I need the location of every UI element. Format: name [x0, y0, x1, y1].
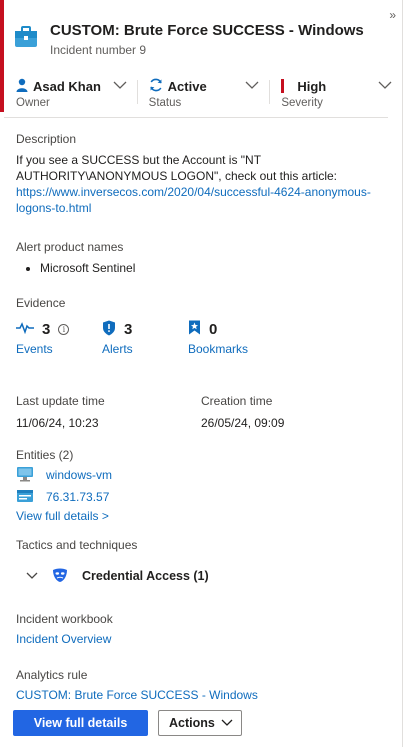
divider [4, 117, 388, 118]
tactics-section: Tactics and techniques Credential Access… [16, 538, 396, 586]
refresh-icon [149, 78, 163, 95]
evidence-label: Evidence [16, 296, 66, 310]
entity-link-ip[interactable]: 76.31.73.57 [46, 490, 109, 504]
ip-address-icon [16, 489, 34, 506]
alerts-link[interactable]: Alerts [102, 342, 133, 356]
owner-label: Owner [16, 97, 50, 109]
status-label: Status [148, 97, 182, 109]
chevron-down-icon [221, 719, 233, 726]
entity-row: 76.31.73.57 [16, 488, 396, 506]
collapse-panel-icon[interactable]: » [389, 8, 396, 22]
incident-details-panel: CUSTOM: Brute Force SUCCESS - Windows In… [0, 0, 403, 747]
bookmarks-count: 0 [209, 320, 218, 338]
incident-number: Incident number 9 [50, 43, 147, 57]
analytics-rule-section: Analytics rule CUSTOM: Brute Force SUCCE… [16, 668, 258, 702]
alerts-count: 3 [124, 320, 133, 338]
evidence-row: 3 i Events 3 Alerts 0 Bookmarks [16, 318, 396, 368]
bookmarks-link[interactable]: Bookmarks [188, 342, 248, 356]
bookmark-icon [188, 320, 201, 338]
incident-title: CUSTOM: Brute Force SUCCESS - Windows [50, 22, 364, 39]
severity-value: High [297, 78, 327, 94]
description-article-link[interactable]: https://www.inversecos.com/2020/04/succe… [16, 184, 396, 216]
alert-product-list: Microsoft Sentinel [16, 260, 135, 276]
monitor-icon [16, 466, 34, 485]
panel-header: CUSTOM: Brute Force SUCCESS - Windows In… [14, 18, 392, 62]
events-count: 3 [42, 320, 51, 338]
status-value: Active [167, 78, 207, 94]
description-section: Description If you see a SUCCESS but the… [16, 132, 396, 216]
list-item: Microsoft Sentinel [40, 260, 135, 276]
last-update-time: Last update time 11/06/24, 10:23 [16, 394, 105, 430]
chevron-down-icon [378, 81, 392, 89]
entities-label: Entities (2) [16, 448, 74, 462]
owner-value: Asad Khan [33, 78, 101, 94]
severity-dropdown[interactable]: High Severity [269, 74, 402, 112]
briefcase-icon [14, 26, 38, 48]
incident-overview-link[interactable]: Incident Overview [16, 632, 113, 646]
actions-label: Actions [169, 716, 215, 730]
article-link-line1: https://www.inversecos.com/2020/04/succe… [16, 185, 371, 199]
incident-properties: Asad Khan Owner Active Status High Sever… [4, 74, 402, 112]
description-text: If you see a SUCCESS but the Account is … [16, 153, 337, 183]
alert-product-names-label: Alert product names [16, 240, 124, 254]
person-icon [16, 78, 28, 95]
chevron-down-icon[interactable] [26, 569, 38, 583]
panel-footer: View full details Actions [4, 702, 402, 747]
chevron-down-icon [113, 81, 127, 89]
evidence-events: 3 i Events [16, 318, 70, 356]
tactic-name: Credential Access (1) [82, 569, 209, 583]
creation-time: Creation time 26/05/24, 09:09 [201, 394, 284, 430]
evidence-alerts: 3 Alerts [102, 318, 133, 356]
times-section: Last update time 11/06/24, 10:23 Creatio… [16, 394, 396, 430]
evidence-bookmarks: 0 Bookmarks [188, 318, 248, 356]
analytics-rule-label: Analytics rule [16, 668, 88, 682]
view-full-entity-details-link[interactable]: View full details > [16, 509, 396, 523]
severity-label: Severity [281, 97, 323, 109]
workbook-label: Incident workbook [16, 612, 113, 626]
view-full-details-button[interactable]: View full details [13, 710, 148, 736]
evidence-section: Evidence 3 i Events 3 Alerts 0 Bookmarks [16, 296, 396, 368]
last-update-value: 11/06/24, 10:23 [16, 416, 99, 430]
tactic-item[interactable]: Credential Access (1) [16, 566, 396, 586]
status-dropdown[interactable]: Active Status [136, 74, 270, 112]
creation-value: 26/05/24, 09:09 [201, 416, 285, 430]
analytics-rule-link[interactable]: CUSTOM: Brute Force SUCCESS - Windows [16, 688, 258, 702]
activity-icon [16, 321, 34, 337]
alert-product-names-section: Alert product names Microsoft Sentinel [16, 240, 135, 276]
workbook-section: Incident workbook Incident Overview [16, 612, 113, 646]
creation-label: Creation time [201, 394, 273, 408]
info-icon[interactable]: i [58, 323, 70, 335]
owner-dropdown[interactable]: Asad Khan Owner [4, 74, 137, 112]
tactics-label: Tactics and techniques [16, 538, 138, 552]
entity-row: windows-vm [16, 466, 396, 484]
last-update-label: Last update time [16, 394, 105, 408]
entities-section: Entities (2) windows-vm 76.31.73.57 View… [16, 448, 396, 523]
severity-indicator [281, 79, 285, 93]
events-link[interactable]: Events [16, 342, 69, 356]
article-link-line2: logons-to.html [16, 201, 92, 215]
mask-icon [52, 567, 68, 586]
entity-link-windows-vm[interactable]: windows-vm [46, 468, 112, 482]
actions-button[interactable]: Actions [158, 710, 242, 736]
shield-icon [102, 320, 116, 339]
chevron-down-icon [245, 81, 259, 89]
description-label: Description [16, 132, 77, 146]
